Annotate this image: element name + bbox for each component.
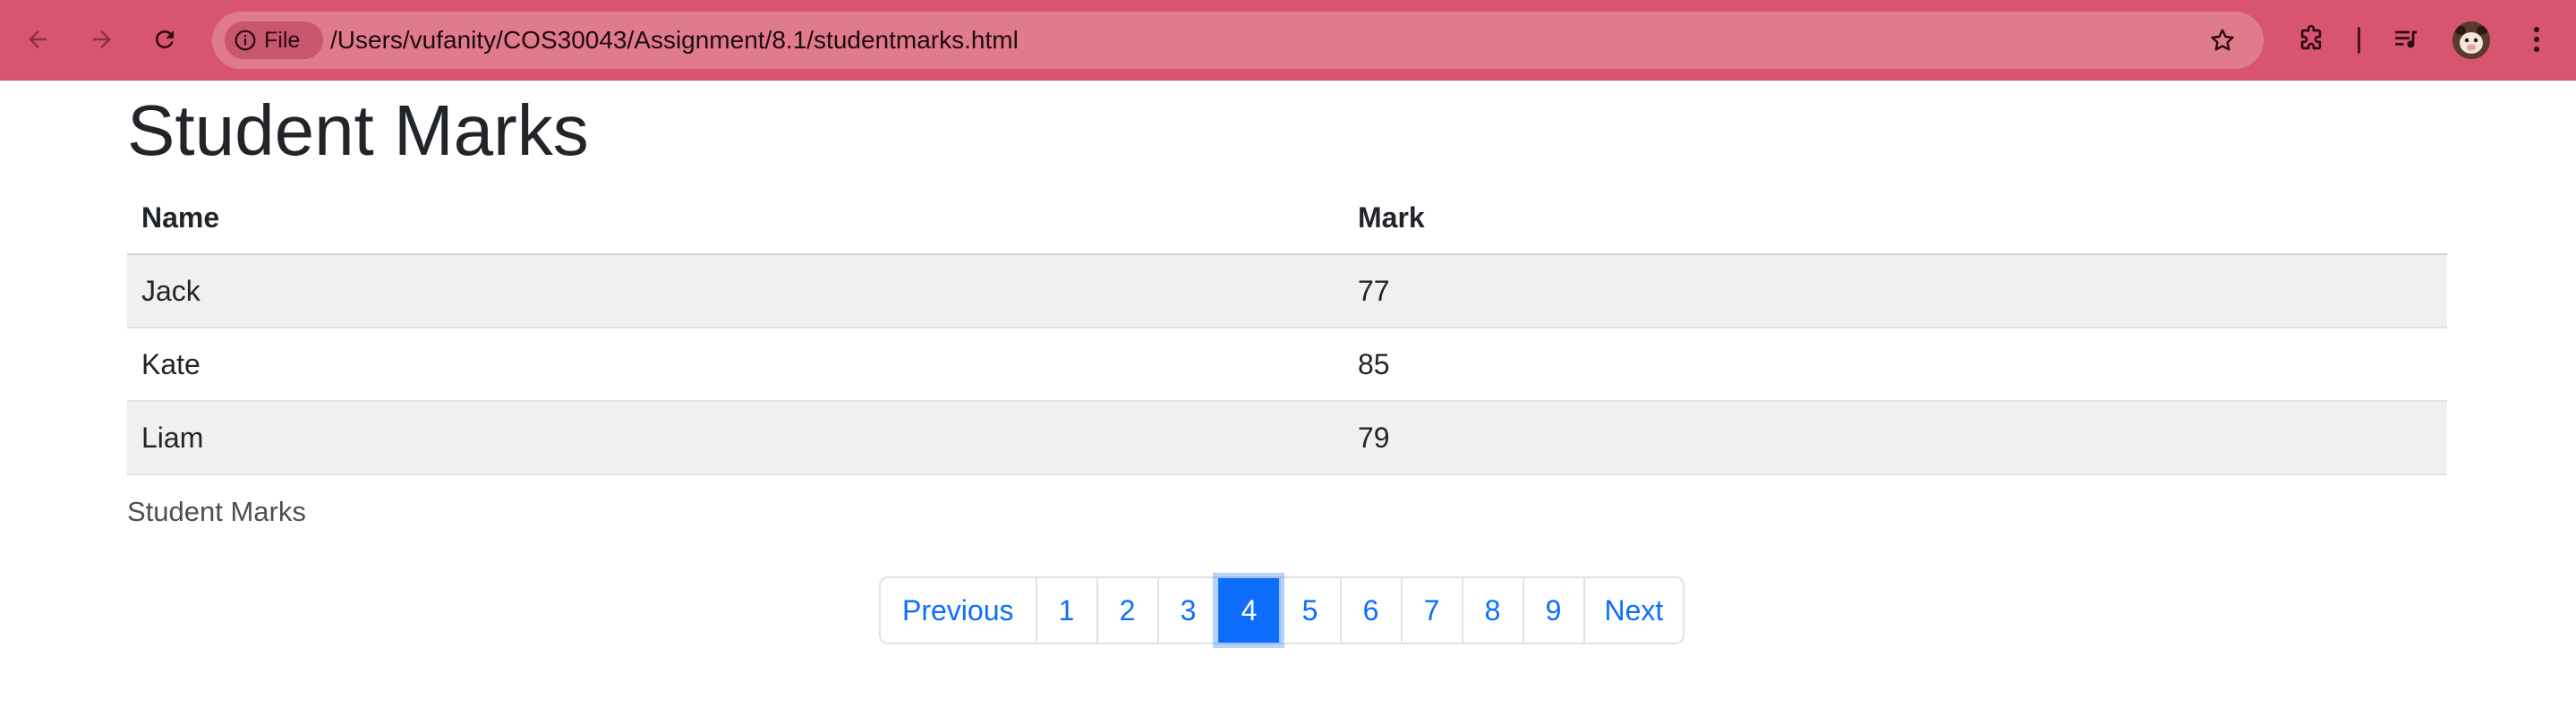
forward-button[interactable] [81, 18, 124, 61]
student-name-cell: Liam [127, 401, 1343, 475]
reload-button[interactable] [143, 18, 186, 61]
column-header-name: Name [127, 183, 1343, 255]
student-mark-cell: 85 [1343, 328, 2447, 402]
page-link-4-active[interactable]: 4 [1217, 578, 1279, 643]
table-row: Kate 85 [127, 328, 2447, 402]
previous-page-link[interactable]: Previous [881, 578, 1036, 643]
pagination: Previous 1 2 3 4 5 6 7 8 9 Next [879, 576, 1685, 644]
profile-avatar-icon [2452, 21, 2490, 59]
page-link-9[interactable]: 9 [1522, 578, 1583, 643]
reload-icon [156, 30, 174, 48]
page-link-3[interactable]: 3 [1156, 578, 1218, 643]
toolbar-divider [2358, 27, 2360, 54]
table-row: Liam 79 [127, 401, 2447, 475]
table-header-row: Name Mark [127, 183, 2447, 255]
extensions-button[interactable] [2290, 18, 2333, 61]
media-control-button[interactable] [2384, 18, 2427, 61]
student-name-cell: Kate [127, 328, 1343, 402]
student-mark-cell: 79 [1343, 401, 2447, 475]
page-link-8[interactable]: 8 [1461, 578, 1523, 643]
site-info-chip[interactable]: File [225, 21, 323, 59]
student-mark-cell: 77 [1343, 254, 2447, 328]
file-chip-label: File [264, 27, 301, 53]
browser-menu-button[interactable] [2517, 18, 2556, 61]
page-link-7[interactable]: 7 [1400, 578, 1462, 643]
table-caption: Student Marks [127, 496, 306, 527]
back-button[interactable] [16, 18, 59, 61]
page-title: Student Marks [127, 90, 589, 170]
browser-toolbar: File /Users/vufanity/COS30043/Assignment… [0, 0, 2576, 81]
page-link-5[interactable]: 5 [1278, 578, 1340, 643]
info-icon [235, 30, 256, 51]
page-link-6[interactable]: 6 [1339, 578, 1401, 643]
profile-avatar[interactable] [2452, 21, 2490, 59]
more-vertical-icon [2534, 27, 2539, 52]
page-link-1[interactable]: 1 [1035, 578, 1096, 643]
student-name-cell: Jack [127, 254, 1343, 328]
page-link-2[interactable]: 2 [1096, 578, 1157, 643]
playlist-icon [2395, 30, 2417, 48]
bookmark-button[interactable] [2205, 22, 2240, 58]
address-bar[interactable]: File /Users/vufanity/COS30043/Assignment… [212, 12, 2264, 69]
url-text[interactable]: /Users/vufanity/COS30043/Assignment/8.1/… [330, 12, 1019, 69]
puzzle-icon [2300, 24, 2322, 50]
arrow-right-icon [93, 30, 111, 48]
table-row: Jack 77 [127, 254, 2447, 328]
arrow-left-icon [29, 30, 47, 48]
star-icon [2211, 29, 2234, 51]
column-header-mark: Mark [1343, 183, 2447, 255]
next-page-link[interactable]: Next [1582, 578, 1684, 643]
student-marks-table: Name Mark Jack 77 Kate 85 Liam 79 [127, 183, 2447, 475]
